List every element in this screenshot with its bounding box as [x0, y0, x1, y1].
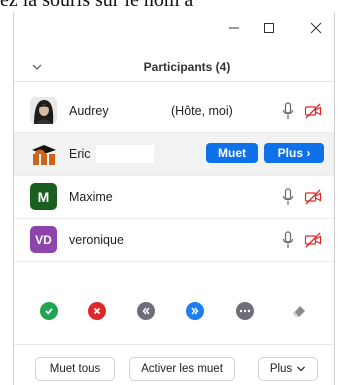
- close-icon: [310, 22, 322, 34]
- participant-name: veronique: [69, 233, 124, 247]
- participant-row[interactable]: VD veronique: [14, 219, 334, 262]
- redaction: [96, 145, 154, 163]
- microphone-icon[interactable]: [282, 231, 294, 249]
- video-off-icon[interactable]: [304, 188, 322, 206]
- more-label: Plus: [269, 363, 293, 375]
- microphone-icon[interactable]: [282, 102, 294, 120]
- minimize-icon: [229, 27, 239, 29]
- participant-name: Maxime: [69, 190, 113, 204]
- video-off-icon[interactable]: [304, 231, 322, 249]
- clear-icon[interactable]: [290, 302, 308, 320]
- participant-list: Audrey (Hôte, moi) Eric Muet Plus › M Ma…: [14, 90, 334, 262]
- mute-button[interactable]: Muet: [206, 143, 258, 163]
- faster-icon[interactable]: [186, 302, 204, 320]
- participants-window: Participants (4) Audrey (Hôte, moi) Eric…: [13, 12, 335, 385]
- avatar-initial: M: [37, 188, 50, 205]
- nonverbal-feedback-bar: [14, 302, 334, 326]
- audrey-photo: [30, 97, 57, 124]
- title-bar: [14, 12, 334, 44]
- more-button[interactable]: Plus ›: [264, 143, 324, 163]
- participant-row[interactable]: Eric Muet Plus ›: [14, 133, 334, 176]
- more-options-button[interactable]: Plus: [258, 357, 318, 381]
- close-button[interactable]: [304, 16, 328, 40]
- avatar: VD: [30, 226, 57, 253]
- no-icon[interactable]: [88, 302, 106, 320]
- eric-picture: [30, 140, 57, 167]
- minimize-button[interactable]: [222, 16, 246, 40]
- participant-role: (Hôte, moi): [171, 104, 233, 118]
- redaction: [118, 188, 178, 206]
- panel-title: Participants (4): [143, 60, 231, 74]
- avatar-initial: VD: [35, 232, 52, 247]
- panel-header: Participants (4): [14, 52, 334, 82]
- participant-row[interactable]: M Maxime: [14, 176, 334, 219]
- avatar: [30, 140, 57, 167]
- mute-all-button[interactable]: Muet tous: [35, 357, 115, 381]
- unmute-button[interactable]: Activer les muet: [129, 357, 235, 381]
- more-icon[interactable]: [236, 302, 254, 320]
- footer-bar: Muet tous Activer les muet Plus: [14, 344, 334, 385]
- yes-icon[interactable]: [40, 302, 58, 320]
- participant-name: Audrey: [69, 104, 109, 118]
- participant-row[interactable]: Audrey (Hôte, moi): [14, 90, 334, 133]
- avatar: [30, 97, 57, 124]
- maximize-button[interactable]: [257, 16, 281, 40]
- microphone-icon[interactable]: [282, 188, 294, 206]
- chevron-down-icon: [297, 366, 306, 372]
- video-off-icon[interactable]: [304, 102, 322, 120]
- caption-strip: ez la souris sur le nom a: [0, 0, 343, 12]
- avatar: M: [30, 183, 57, 210]
- participant-name: Eric: [69, 147, 91, 161]
- slower-icon[interactable]: [137, 302, 155, 320]
- maximize-icon: [264, 23, 274, 33]
- caption-text: ez la souris sur le nom a: [0, 0, 194, 11]
